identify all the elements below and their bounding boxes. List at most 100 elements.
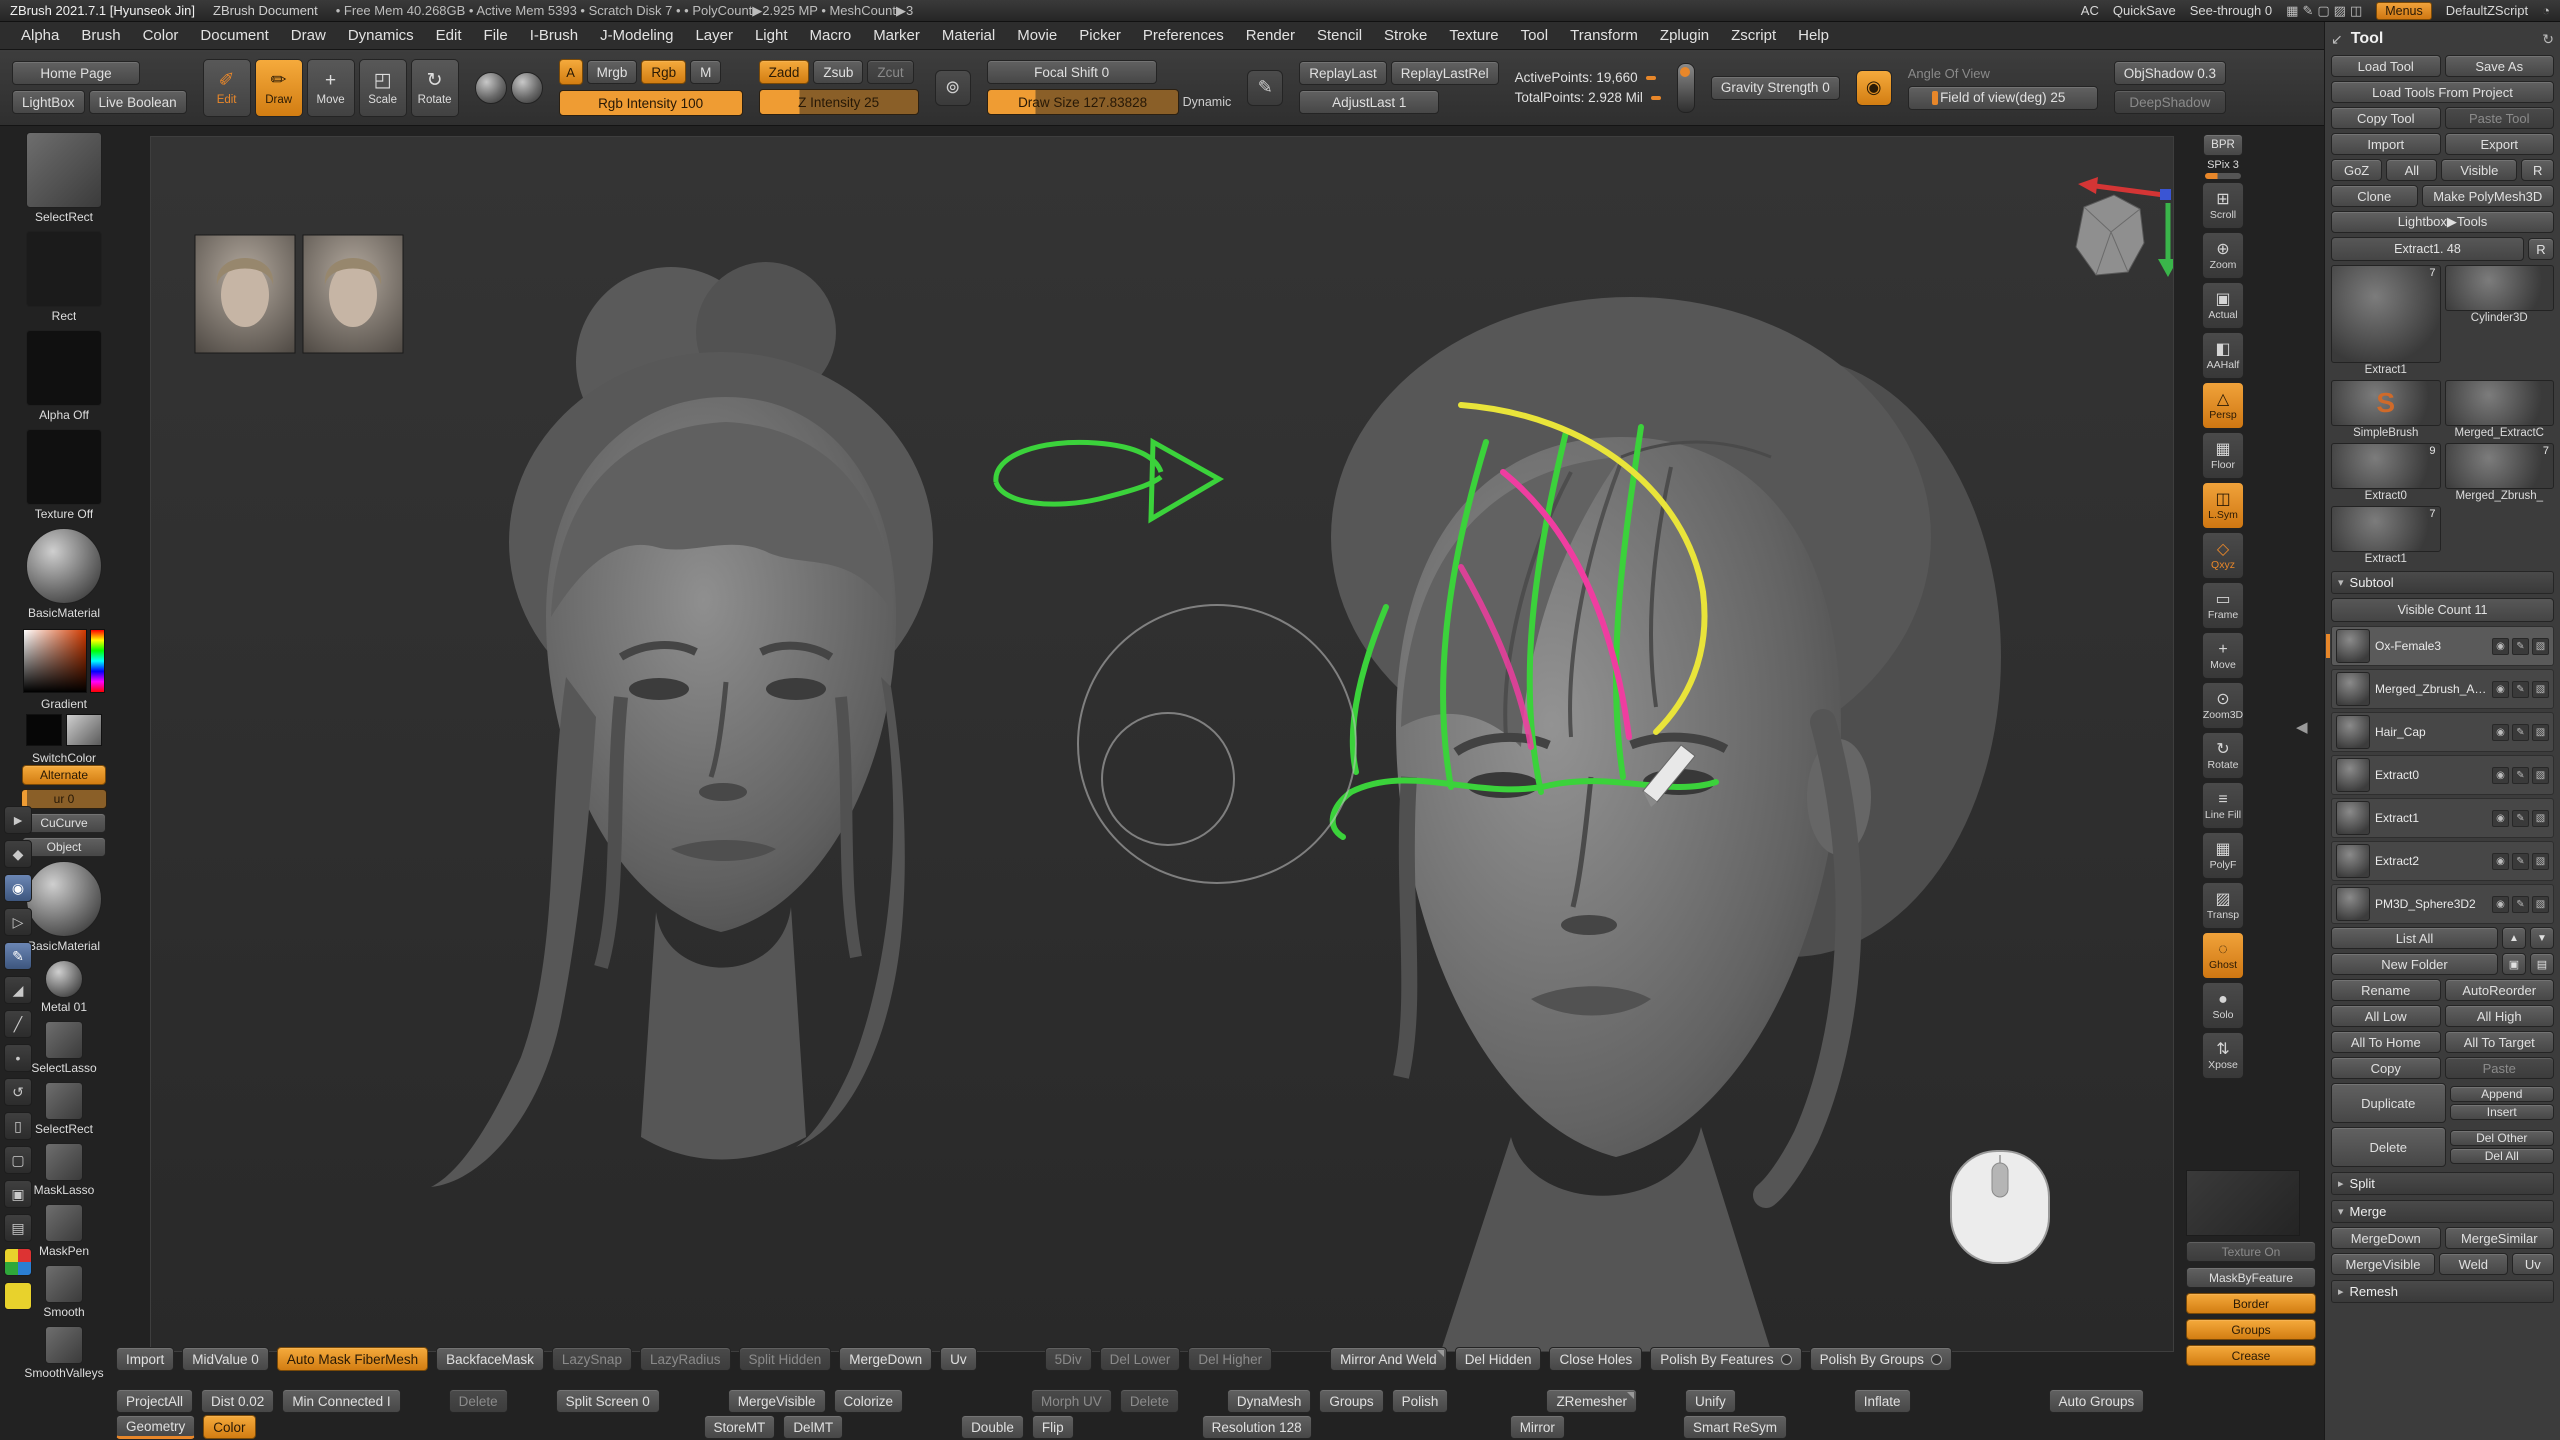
subtool-row[interactable]: Hair_Cap (2331, 712, 2554, 752)
menu-item[interactable]: File (473, 22, 519, 50)
goz-all-button[interactable]: All (2386, 159, 2437, 181)
document-canvas[interactable] (150, 136, 2174, 1352)
subtool-row[interactable]: Ox-Female3 (2331, 626, 2554, 666)
gravity-widget[interactable] (1677, 63, 1695, 113)
palette-button[interactable]: Polish (1392, 1389, 1449, 1413)
all-to-target-button[interactable]: All To Target (2445, 1031, 2555, 1053)
current-material-slot[interactable]: BasicMaterial (26, 528, 102, 620)
color-swatches[interactable] (4, 1248, 32, 1276)
menu-item[interactable]: Movie (1006, 22, 1068, 50)
palette-button[interactable]: MergeDown (839, 1347, 932, 1371)
move-3d-icon[interactable]: + Move (2202, 632, 2244, 679)
scroll-icon[interactable]: ⊞ Scroll (2202, 182, 2244, 229)
subtool-sculpt-icon[interactable] (2512, 853, 2529, 870)
visibility-icon[interactable]: ◉ (4, 874, 32, 902)
goz-r-button[interactable]: R (2521, 159, 2554, 181)
palette-button[interactable]: MergeVisible (728, 1389, 826, 1413)
palette-button[interactable]: MidValue 0 (182, 1347, 269, 1371)
adjust-last-slider[interactable]: AdjustLast 1 (1299, 90, 1439, 114)
ghost-icon[interactable]: ◌ Ghost (2202, 932, 2244, 979)
subtool-down-button[interactable] (2530, 927, 2554, 949)
chat-icon[interactable]: ▢ (4, 1146, 32, 1174)
palette-button[interactable]: Uv (940, 1347, 977, 1371)
subtool-visibility-icon[interactable] (2492, 810, 2509, 827)
folder-option-2-button[interactable] (2530, 953, 2554, 975)
rotate-mode-button[interactable]: ↻ Rotate (411, 59, 459, 117)
palette-button[interactable]: Flip (1032, 1415, 1074, 1439)
palette-button[interactable]: Groups (1319, 1389, 1383, 1413)
menu-item[interactable]: Draw (280, 22, 337, 50)
menu-item[interactable]: Transform (1559, 22, 1649, 50)
replay-last-rel-button[interactable]: ReplayLastRel (1391, 61, 1499, 85)
quickpick-brush[interactable]: MaskLasso (34, 1143, 95, 1197)
border-button[interactable]: Border (2186, 1293, 2316, 1314)
append-button[interactable]: Append (2450, 1086, 2555, 1102)
see-through-slider[interactable]: See-through 0 (2190, 3, 2272, 18)
object-button[interactable]: Object (22, 837, 106, 857)
subtool-row[interactable]: PM3D_Sphere3D2 (2331, 884, 2554, 924)
symmetry-axis-icon[interactable]: ◇ Qxyz (2202, 532, 2244, 579)
zadd-button[interactable]: Zadd (759, 60, 810, 84)
note-icon[interactable]: ▤ (4, 1214, 32, 1242)
palette-button[interactable]: Auto Mask FiberMesh (277, 1347, 428, 1371)
quickpick-brush[interactable]: Smooth (43, 1265, 84, 1319)
current-stroke-slot[interactable]: Rect (26, 231, 102, 323)
palette-button[interactable]: 5Div (1045, 1347, 1092, 1371)
live-boolean-button[interactable]: Live Boolean (89, 90, 187, 114)
session-icon[interactable]: ◔ (2542, 3, 2550, 18)
dynamic-toggle[interactable]: Dynamic (1183, 95, 1232, 109)
subtool-section-header[interactable]: Subtool (2331, 571, 2554, 594)
duplicate-button[interactable]: Duplicate (2331, 1083, 2446, 1123)
list-all-button[interactable]: List All (2331, 927, 2498, 949)
palette-button[interactable]: Dist 0.02 (201, 1389, 274, 1413)
menu-item[interactable]: Picker (1068, 22, 1132, 50)
palette-button[interactable]: Smart ReSym (1683, 1415, 1787, 1439)
quickpick-material[interactable]: BasicMaterial (26, 861, 102, 953)
subtool-row[interactable]: Extract0 (2331, 755, 2554, 795)
draw-mode-button[interactable]: ✏ Draw (255, 59, 303, 117)
mask-by-feature-button[interactable]: MaskByFeature (2186, 1267, 2316, 1288)
zscript-label[interactable]: DefaultZScript (2446, 3, 2528, 18)
menu-item[interactable]: Zplugin (1649, 22, 1720, 50)
menu-item[interactable]: Layer (684, 22, 744, 50)
a-chip[interactable]: A (559, 59, 583, 85)
floor-grid-icon[interactable]: ▦ Floor (2202, 432, 2244, 479)
rgb-button[interactable]: Rgb (641, 60, 686, 84)
menu-item[interactable]: Color (132, 22, 190, 50)
window-icon[interactable]: ◫ (2350, 3, 2362, 19)
palette-button[interactable]: LazyRadius (640, 1347, 731, 1371)
panel-collapse-icon[interactable]: ◀ (2296, 718, 2308, 736)
delete-subtool-button[interactable]: Delete (2331, 1127, 2446, 1167)
export-button[interactable]: Export (2445, 133, 2555, 155)
menu-item[interactable]: I-Brush (519, 22, 589, 50)
load-tools-from-project-button[interactable]: Load Tools From Project (2331, 81, 2554, 103)
subtool-visibility-icon[interactable] (2492, 767, 2509, 784)
move-mode-button[interactable]: + Move (307, 59, 355, 117)
deep-shadow-slider[interactable]: DeepShadow (2114, 90, 2226, 114)
palette-button[interactable]: Delete (449, 1389, 508, 1413)
subtool-paint-icon[interactable] (2532, 896, 2549, 913)
palette-button[interactable]: Split Screen 0 (556, 1389, 660, 1413)
z-intensity-slider[interactable]: Z Intensity 25 (759, 89, 919, 115)
subtool-visibility-icon[interactable] (2492, 896, 2509, 913)
palette-button[interactable]: Split Hidden (739, 1347, 832, 1371)
subtool-paint-icon[interactable] (2532, 810, 2549, 827)
goz-button[interactable]: GoZ (2331, 159, 2382, 181)
tool-thumb-extract0[interactable]: 9 Extract0 (2331, 443, 2441, 502)
palette-button[interactable]: Del Higher (1188, 1347, 1272, 1371)
uv-button[interactable]: Uv (2512, 1253, 2554, 1275)
rename-button[interactable]: Rename (2331, 979, 2441, 1001)
del-other-button[interactable]: Del Other (2450, 1130, 2555, 1146)
subtool-sculpt-icon[interactable] (2512, 638, 2529, 655)
alternate-button[interactable]: Alternate (22, 765, 106, 785)
palette-button[interactable]: DynaMesh (1227, 1389, 1312, 1413)
menu-item[interactable]: Light (744, 22, 799, 50)
subtool-sculpt-icon[interactable] (2512, 724, 2529, 741)
focal-shift-slider[interactable]: Focal Shift 0 (987, 60, 1157, 84)
palette-button[interactable]: ProjectAll (116, 1389, 193, 1413)
texture-on-button[interactable]: Texture On (2186, 1241, 2316, 1262)
palette-button[interactable]: Colorize (834, 1389, 904, 1413)
palette-icon[interactable]: ▨ (2334, 3, 2346, 19)
frame-icon[interactable]: ▭ Frame (2202, 582, 2244, 629)
visible-count-slider[interactable]: Visible Count 11 (2331, 598, 2554, 622)
